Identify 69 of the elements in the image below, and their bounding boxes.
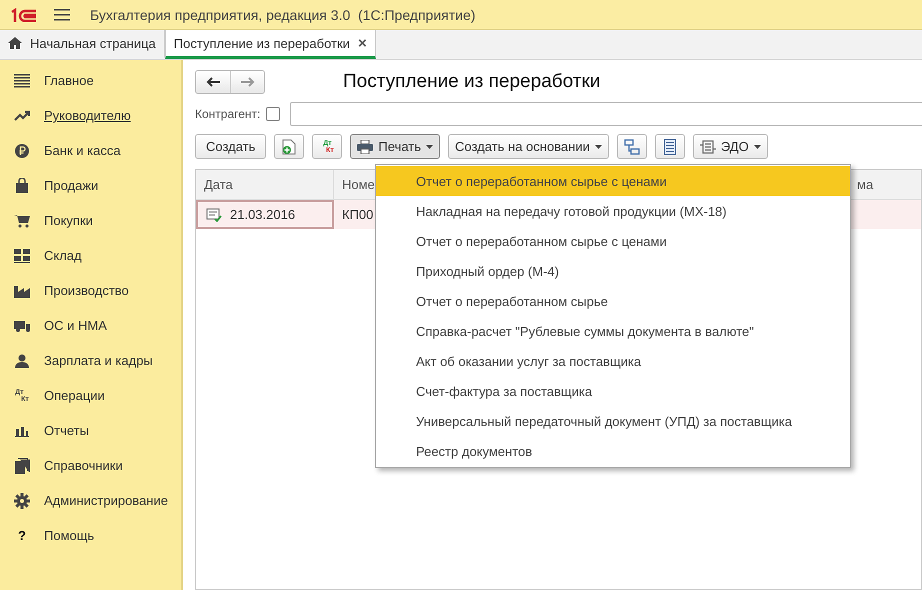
add-document-icon (282, 138, 296, 154)
sidebar-item[interactable]: ? Помощь (0, 518, 181, 553)
menu-item[interactable]: Счет-фактура за поставщика (376, 376, 850, 406)
factory-icon (14, 284, 30, 298)
caret-icon (594, 144, 602, 148)
list-icon (14, 74, 30, 88)
sidebar-item[interactable]: Банк и касса (0, 133, 181, 168)
menu-item[interactable]: Отчет о переработанном сырье с ценами (376, 226, 850, 256)
back-arrow-icon (206, 77, 220, 87)
sidebar-item[interactable]: Администрирование (0, 483, 181, 518)
books-icon (14, 458, 30, 474)
column-header[interactable]: Дата (196, 170, 334, 199)
menu-item[interactable]: Справка-расчет "Рублевые суммы документа в валюте" (376, 316, 850, 346)
toolbar-button[interactable] (616, 134, 647, 159)
sidebar-item[interactable]: Продажи (0, 168, 181, 203)
table-cell-text: КП00 (341, 206, 374, 224)
sidebar-item[interactable]: Отчеты (0, 413, 181, 448)
help-icon: ? (18, 528, 26, 543)
sidebar-item[interactable]: Производство (0, 273, 181, 308)
menu-item[interactable]: Универсальный передаточный документ (УПД) за поставщика (376, 406, 850, 436)
menu-button[interactable]: Создать на основании (448, 134, 609, 159)
ruble-icon (15, 144, 29, 158)
sidebar-item[interactable]: Покупки (0, 203, 181, 238)
forward-arrow-icon (240, 77, 254, 87)
posted-document-icon (206, 208, 222, 222)
tab-label: Начальная страница (30, 36, 156, 50)
menu-item[interactable]: Реестр документов (376, 436, 850, 466)
trend-icon (14, 110, 30, 122)
caret-icon (754, 144, 761, 148)
checkbox[interactable] (266, 107, 280, 121)
sidebar-item[interactable]: Руководителю (0, 98, 181, 133)
form-title: Поступление из переработки (343, 71, 600, 93)
tab[interactable]: Поступление из переработки × (164, 30, 376, 59)
menu-button[interactable]: ЭДО (692, 134, 768, 159)
menu-button[interactable]: Печать (350, 134, 440, 159)
document-exchange-icon (700, 140, 716, 154)
sidebar-item[interactable]: Зарплата и кадры (0, 343, 181, 378)
column-header[interactable]: ма (849, 170, 921, 199)
bar-chart-icon (15, 424, 29, 436)
printer-icon (357, 140, 374, 154)
menu-icon[interactable] (54, 8, 70, 20)
table-cell: 21.03.2016 (196, 200, 334, 229)
bag-icon (15, 178, 29, 193)
cart-icon (14, 214, 30, 228)
sidebar-item[interactable]: Склад (0, 238, 181, 273)
gear-icon (14, 492, 30, 508)
menu-item[interactable]: Накладная на передачу готовой продукции (МХ-18) (376, 196, 850, 226)
field-label: Контрагент: (195, 107, 260, 121)
toolbar-button[interactable] (654, 134, 685, 159)
menu-item[interactable]: Отчет о переработанном сырье с ценами (376, 166, 850, 196)
sidebar-item[interactable]: Главное (0, 63, 181, 98)
create-button[interactable]: Создать (195, 134, 266, 159)
menu-item[interactable]: Акт об оказании услуг за поставщика (376, 346, 850, 376)
structure-icon (624, 138, 640, 154)
input-field[interactable] (290, 102, 922, 126)
truck-icon (14, 320, 30, 332)
menu-item[interactable]: Отчет о переработанном сырье (376, 286, 850, 316)
window-title: Бухгалтерия предприятия, редакция 3.0 (1С:Предприятие) (90, 6, 476, 22)
person-icon (15, 354, 29, 368)
list-icon (664, 138, 676, 154)
sidebar-item[interactable]: ОС и НМА (0, 308, 181, 343)
home-icon (8, 37, 22, 49)
grid-icon (14, 248, 30, 262)
sidebar-item[interactable]: Справочники (0, 448, 181, 483)
caret-icon (426, 144, 433, 148)
tab-label: Поступление из переработки (174, 36, 350, 50)
menu-item[interactable]: Приходный ордер (М-4) (376, 256, 850, 286)
close-icon[interactable]: × (358, 34, 367, 52)
toolbar-button[interactable] (274, 134, 304, 159)
